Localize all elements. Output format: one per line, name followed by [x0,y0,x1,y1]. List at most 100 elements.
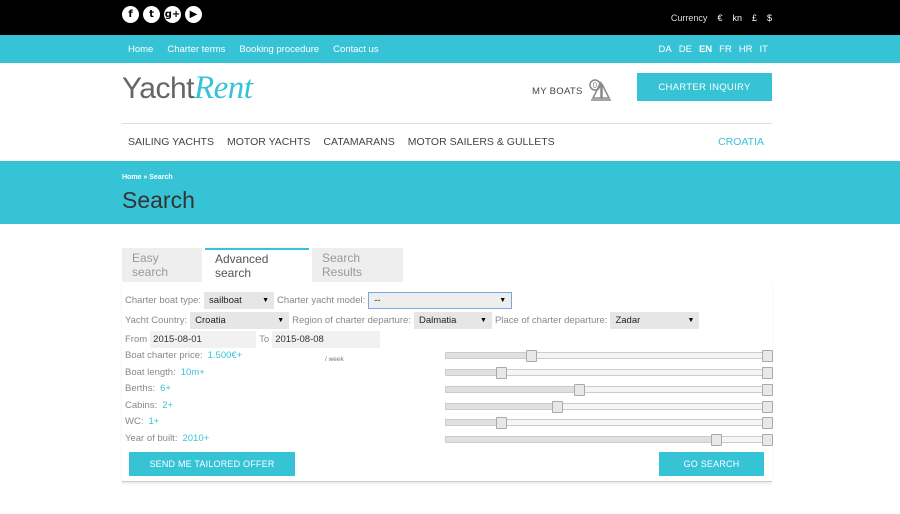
lang-hr[interactable]: HR [739,44,753,55]
breadcrumb-home[interactable]: Home [122,174,141,181]
slider-min-handle[interactable] [496,367,507,379]
slider-max-handle[interactable] [762,434,773,446]
my-boats-label: MY BOATS [532,85,583,97]
lang-da[interactable]: DA [659,44,672,55]
wc-slider[interactable] [445,417,773,429]
currency-eur[interactable]: € [717,13,722,23]
price-unit: / week [325,356,344,363]
top-bar: f t g+ ▶ Currency € kn £ $ [0,0,900,35]
cabins-value: 2+ [162,400,174,411]
slider-max-handle[interactable] [762,367,773,379]
form-row-year: Year of built: 2010+ [125,433,209,444]
currency-usd[interactable]: $ [767,13,772,23]
language-switcher: DA DE EN FR HR IT [659,44,768,55]
category-motor-sailers[interactable]: MOTOR SAILERS & GULLETS [408,136,555,148]
region-value: Dalmatia [418,315,457,326]
page-title: Search [122,187,195,213]
slider-max-handle[interactable] [762,417,773,429]
region-select[interactable]: Dalmatia ▼ [413,312,492,329]
form-row-berths: Berths: 6+ [125,383,171,394]
to-date-input[interactable]: 2015-08-08 [272,331,381,348]
slider-range [557,404,771,409]
slider-min-handle[interactable] [552,401,563,413]
category-menu: SAILING YACHTS MOTOR YACHTS CATAMARANS M… [128,136,555,148]
lang-fr[interactable]: FR [719,44,732,55]
from-date-input[interactable]: 2015-08-01 [150,331,257,348]
chevron-down-icon: ▼ [277,317,285,324]
length-value: 10m+ [180,367,205,378]
length-slider[interactable] [445,367,773,379]
lang-it[interactable]: IT [760,44,768,55]
send-tailored-offer-button[interactable]: SEND ME TAILORED OFFER [129,452,295,476]
go-search-button[interactable]: GO SEARCH [659,452,764,476]
main-nav-bar: Home Charter terms Booking procedure Con… [0,35,900,63]
length-label: Boat length: [125,367,176,378]
slider-min-handle[interactable] [574,384,585,396]
form-row-price: Boat charter price: 1.500€+ [125,350,242,361]
yacht-country-select[interactable]: Croatia ▼ [190,312,290,329]
yacht-model-value: -- [374,295,381,306]
form-row-cabins: Cabins: 2+ [125,400,173,411]
breadcrumb: Home » Search [122,174,173,181]
year-value: 2010+ [182,433,210,444]
slider-min-handle[interactable] [526,350,537,362]
cabins-slider[interactable] [445,401,773,413]
currency-kn[interactable]: kn [732,13,742,23]
slider-min-handle[interactable] [496,417,507,429]
category-catamarans[interactable]: CATAMARANS [323,136,394,148]
twitter-icon[interactable]: t [143,6,160,23]
currency-switcher: Currency € kn £ $ [671,13,772,23]
yacht-country-value: Croatia [195,315,226,326]
slider-max-handle[interactable] [762,401,773,413]
nav-charter-terms[interactable]: Charter terms [167,44,225,55]
price-value: 1.500€+ [207,350,243,361]
yacht-model-select[interactable]: -- ▼ [368,292,513,309]
category-motor-yachts[interactable]: MOTOR YACHTS [227,136,310,148]
tab-easy-search[interactable]: Easy search [122,248,202,282]
year-label: Year of built: [125,433,178,444]
google-plus-icon[interactable]: g+ [164,6,181,23]
slider-max-handle[interactable] [762,350,773,362]
logo-text-rent: Rent [194,70,253,106]
boat-type-select[interactable]: sailboat ▼ [204,292,275,309]
year-slider[interactable] [445,434,773,446]
price-label: Boat charter price: [125,350,203,361]
region-label: Region of charter departure: [292,315,411,326]
chevron-down-icon: ▼ [262,297,270,304]
my-boats-link[interactable]: MY BOATS 0 [532,78,613,104]
cabins-label: Cabins: [125,400,158,411]
lang-en[interactable]: EN [699,44,712,55]
category-sailing-yachts[interactable]: SAILING YACHTS [128,136,214,148]
price-slider[interactable] [445,350,773,362]
site-logo[interactable]: YachtRent [122,70,253,107]
facebook-icon[interactable]: f [122,6,139,23]
form-row-location: Yacht Country: Croatia ▼ Region of chart… [125,312,702,329]
slider-range [531,353,771,358]
berths-slider[interactable] [445,384,773,396]
sailboat-icon: 0 [588,79,611,101]
nav-booking-procedure[interactable]: Booking procedure [239,44,319,55]
slider-max-handle[interactable] [762,384,773,396]
social-links: f t g+ ▶ [122,6,202,23]
boat-type-label: Charter boat type: [125,295,202,306]
nav-contact-us[interactable]: Contact us [333,44,378,55]
page-hero: Home » Search Search [0,161,900,224]
wc-label: WC: [125,416,144,427]
slider-min-handle[interactable] [711,434,722,446]
place-select[interactable]: Zadar ▼ [610,312,700,329]
lang-de[interactable]: DE [679,44,692,55]
place-value: Zadar [615,315,641,326]
nav-home[interactable]: Home [128,44,153,55]
youtube-icon[interactable]: ▶ [185,6,202,23]
charter-inquiry-button[interactable]: CHARTER INQUIRY [637,73,772,101]
search-tabs: Easy search Advanced search Search Resul… [122,248,403,282]
tab-advanced-search[interactable]: Advanced search [205,248,309,282]
currency-label: Currency [670,13,708,23]
logo-text-yacht: Yacht [122,72,195,105]
currency-gbp[interactable]: £ [752,13,757,23]
slider-range [579,387,771,392]
tab-search-results[interactable]: Search Results [312,248,403,282]
country-link[interactable]: CROATIA [718,136,764,148]
to-label: To [259,334,270,345]
breadcrumb-separator: » [143,174,148,181]
